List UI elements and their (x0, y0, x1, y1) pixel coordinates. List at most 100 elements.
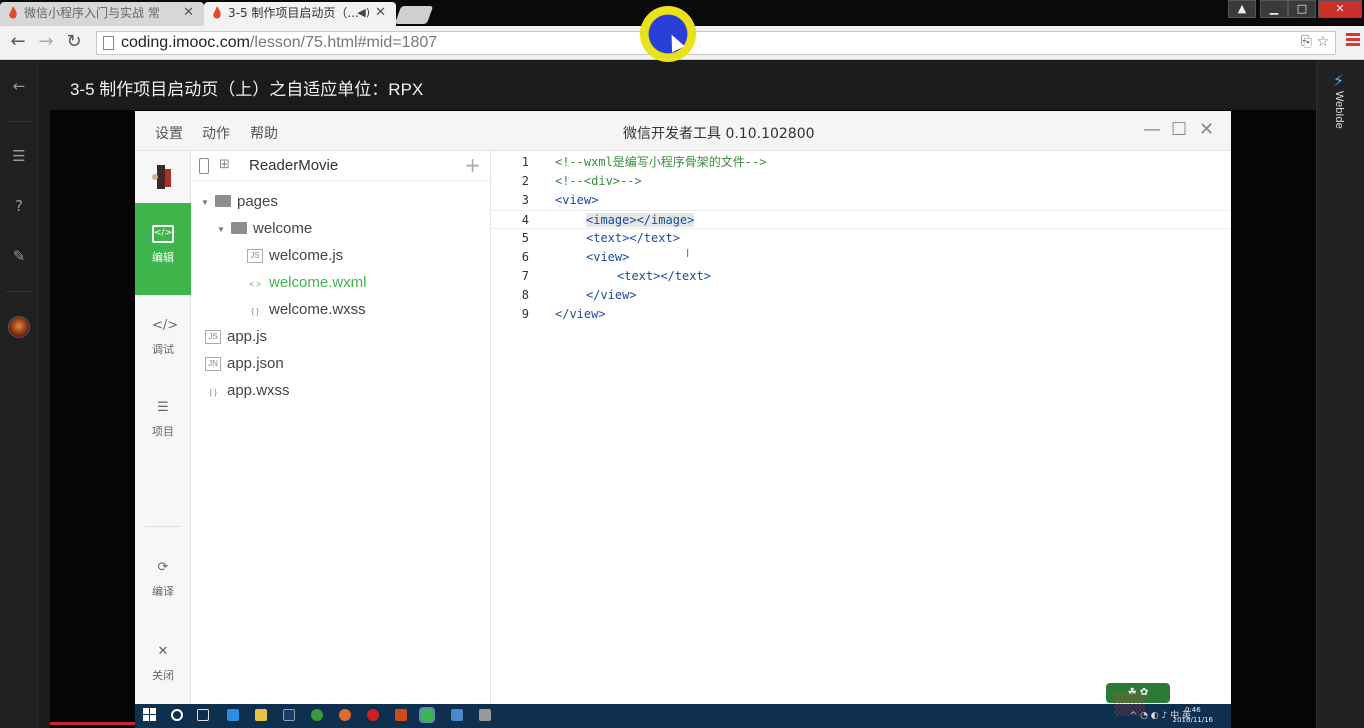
back-arrow-icon[interactable]: ← (10, 77, 28, 95)
question-icon[interactable]: ? (10, 197, 28, 215)
close-tab-icon[interactable]: ✕ (183, 2, 194, 24)
windows-taskbar: ^ ◔ ◐ ♪ 中 英 0:46 2016/11/16 (135, 704, 1231, 728)
folder-icon (215, 195, 231, 207)
powerpoint-icon[interactable] (395, 709, 407, 721)
taskbar-clock[interactable]: 0:46 2016/11/16 (1173, 705, 1213, 725)
video-progress-bar[interactable] (50, 722, 135, 725)
code-text: <!--<div>--> (555, 172, 642, 191)
tree-file-app-wxss[interactable]: { } app.wxss (205, 382, 290, 399)
nav-label: 编辑 (152, 251, 174, 264)
devtool-title: 微信开发者工具 0.10.102800 (623, 126, 815, 142)
menu-list-icon[interactable]: ☰ (10, 147, 28, 165)
forward-arrow-icon[interactable]: → (34, 31, 58, 52)
code-text: </view> (555, 307, 606, 321)
webide-icon[interactable]: ⚡ (1333, 71, 1344, 90)
add-file-icon[interactable]: + (464, 153, 481, 177)
right-rail: ⚡ WebIde (1316, 61, 1364, 728)
nav-label: 项目 (152, 425, 174, 438)
line-number: 7 (521, 269, 529, 283)
pencil-icon[interactable]: ✎ (10, 247, 28, 265)
translate-icon[interactable]: ⎘ (1301, 34, 1312, 50)
maximize-window-button[interactable]: □ (1288, 0, 1316, 18)
tree-folder-welcome[interactable]: ▼ welcome (217, 220, 312, 237)
js-file-icon: JS (205, 330, 221, 345)
reload-icon[interactable]: ↻ (62, 31, 86, 52)
omnibox-icons: ⎘ ☆ (1301, 34, 1329, 50)
compile-icon: ⟳ (157, 560, 169, 575)
code-text: <view> (586, 250, 630, 264)
line-number: 1 (521, 155, 529, 169)
close-icon[interactable]: ✕ (1199, 119, 1214, 140)
current-code-line: 4 <image></image> (491, 210, 1231, 229)
tree-label: app.wxss (227, 382, 290, 399)
nav-edit[interactable]: </> 编辑 (135, 203, 191, 295)
minimize-window-button[interactable]: ▁ (1260, 0, 1288, 18)
edge-browser-icon[interactable] (227, 709, 239, 721)
tree-file-welcome-wxml[interactable]: < > welcome.wxml (247, 274, 366, 291)
new-tab-button[interactable] (394, 6, 434, 24)
chrome-icon[interactable] (311, 709, 323, 721)
menu-settings[interactable]: 设置 (155, 123, 183, 143)
devtool-titlebar: 设置 动作 帮助 微信开发者工具 0.10.102800 — ☐ ✕ (135, 111, 1231, 151)
search-icon[interactable] (171, 709, 183, 721)
line-number: 9 (521, 307, 529, 321)
code-line: 1 <!--wxml是编写小程序骨架的文件--> (491, 153, 1231, 172)
file-explorer-icon[interactable] (255, 709, 267, 721)
bookmark-star-icon[interactable]: ☆ (1316, 34, 1329, 50)
code-editor[interactable]: 1 <!--wxml是编写小程序骨架的文件--> 2 <!--<div>--> 3 <… (491, 151, 1231, 704)
wechat-devtool-window: 设置 动作 帮助 微信开发者工具 0.10.102800 — ☐ ✕ </> 编… (135, 111, 1231, 704)
close-tab-icon[interactable]: ✕ (375, 2, 386, 24)
code-line: 5 <text></text> (491, 229, 1231, 248)
close-window-button[interactable]: ✕ (1318, 0, 1362, 18)
photoshop-icon[interactable] (283, 709, 295, 721)
wechat-devtool-taskbar-icon[interactable] (419, 707, 435, 723)
wxss-file-icon: { } (209, 388, 217, 397)
nav-debug[interactable]: </> 调试 (135, 295, 191, 387)
structure-icon[interactable]: ⊞ (219, 157, 230, 172)
phone-icon[interactable] (199, 158, 209, 174)
tree-file-welcome-js[interactable]: JS welcome.js (247, 247, 343, 264)
webide-label[interactable]: WebIde (1333, 91, 1345, 129)
tree-file-welcome-wxss[interactable]: { } welcome.wxss (247, 301, 365, 318)
code-text: <text></text> (586, 231, 680, 245)
line-number: 8 (521, 288, 529, 302)
back-arrow-icon[interactable]: ← (6, 31, 30, 52)
menu-help[interactable]: 帮助 (250, 123, 278, 143)
maximize-icon[interactable]: ☐ (1171, 119, 1187, 140)
nav-close[interactable]: ✕ 关闭 (135, 621, 191, 713)
js-file-icon: JS (247, 249, 263, 264)
menu-actions[interactable]: 动作 (202, 123, 230, 143)
json-file-icon: JN (205, 357, 221, 372)
project-list-icon: ☰ (157, 400, 169, 415)
browser-tab-2[interactable]: 3-5 制作项目启动页（... ◀) ✕ (204, 2, 396, 26)
speaker-icon[interactable]: ◀) (357, 2, 370, 24)
code-line: 3 <view> (491, 191, 1231, 210)
tree-folder-pages[interactable]: ▼ pages (201, 193, 278, 210)
user-icon[interactable]: ▲ (1228, 0, 1256, 18)
user-avatar[interactable] (8, 316, 30, 338)
recorder-icon[interactable] (367, 709, 379, 721)
browser-tab-1[interactable]: 微信小程序入门与实战 常 ✕ (0, 2, 204, 26)
app-icon[interactable] (451, 709, 463, 721)
wxml-file-icon: < > (249, 280, 261, 289)
tree-file-app-json[interactable]: JN app.json (205, 355, 284, 372)
nav-project[interactable]: ☰ 项目 (135, 377, 191, 469)
windows-start-icon[interactable] (143, 708, 157, 722)
text-cursor-icon: I (686, 247, 690, 260)
wxss-file-icon: { } (251, 307, 259, 316)
clock-time: 0:46 (1184, 706, 1201, 714)
firefox-icon[interactable] (339, 709, 351, 721)
browser-menu-icon[interactable] (1346, 33, 1360, 49)
nav-compile[interactable]: ⟳ 编译 (135, 537, 191, 629)
url-host: coding.imooc.com (121, 34, 250, 51)
app-icon[interactable] (479, 709, 491, 721)
minimize-icon[interactable]: — (1143, 119, 1161, 140)
tree-label: welcome.js (269, 247, 344, 264)
task-view-icon[interactable] (197, 709, 209, 721)
address-bar[interactable]: coding.imooc.com/lesson/75.html#mid=1807… (96, 31, 1336, 55)
code-comment: <!--<div>--> (555, 174, 642, 188)
lesson-title: 3-5 制作项目启动页（上）之自适应单位：RPX (70, 80, 424, 99)
file-tree-header: ⊞ ReaderMovie + (191, 151, 491, 181)
tree-file-app-js[interactable]: JS app.js (205, 328, 267, 345)
nav-label: 关闭 (152, 669, 174, 682)
